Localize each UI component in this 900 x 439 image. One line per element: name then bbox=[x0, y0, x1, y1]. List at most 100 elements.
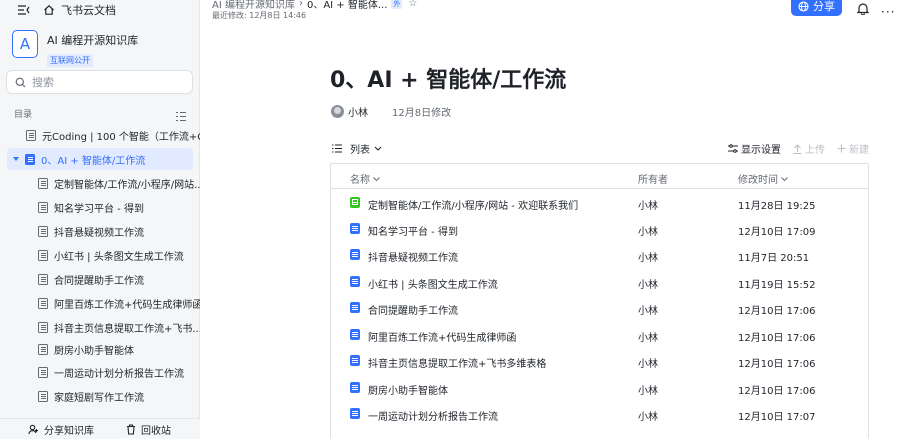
row-owner: 小林 bbox=[638, 359, 658, 370]
tree-item-label: 家庭短剧写作工作流 bbox=[54, 392, 144, 404]
column-modified-header[interactable]: 修改时间 bbox=[738, 171, 788, 186]
tree-item-label: 阿里百炼工作流+代码生成律师函 bbox=[54, 299, 200, 311]
upload-label: 上传 bbox=[805, 145, 825, 156]
table-row[interactable]: 定制智能体/工作流/小程序/网站 - 欢迎联系我们 小林 11月28日 19:2… bbox=[331, 190, 868, 216]
expand-caret-icon[interactable] bbox=[13, 157, 19, 161]
knowledge-base-header[interactable]: A AI 编程开源知识库 互联网公开 bbox=[12, 30, 138, 67]
tree-item[interactable]: 小红书 | 头条图文生成工作流 bbox=[0, 244, 200, 266]
document-icon bbox=[38, 297, 48, 309]
top-bar: AI 编程开源知识库 › 0、AI + 智能体... 外 ☆ 最近修改: 12月… bbox=[200, 0, 900, 22]
table-row[interactable]: 厨房小助手智能体 小林 12月10日 17:06 bbox=[331, 375, 868, 401]
table-row[interactable]: 抖音主页信息提取工作流+飞书多维表格 小林 12月10日 17:06 bbox=[331, 348, 868, 374]
table-row[interactable]: 抖音悬疑视频工作流 小林 11月7日 20:51 bbox=[331, 242, 868, 268]
tree-item-label: 抖音悬疑视频工作流 bbox=[54, 227, 144, 239]
document-icon bbox=[38, 177, 48, 189]
table-row[interactable]: 小红书 | 头条图文生成工作流 小林 11月19日 15:52 bbox=[331, 269, 868, 295]
view-switch-label: 列表 bbox=[350, 145, 370, 156]
tree-item[interactable]: 元Coding | 100 个智能（工作流+C... bbox=[0, 124, 200, 146]
row-time: 12月10日 17:06 bbox=[738, 359, 816, 370]
column-name-header[interactable]: 名称 bbox=[350, 171, 380, 186]
tree-item[interactable]: 家庭短剧写作工作流 bbox=[0, 385, 200, 407]
trash-icon bbox=[127, 423, 135, 435]
breadcrumb-current[interactable]: 0、AI + 智能体... bbox=[307, 0, 387, 11]
row-owner: 小林 bbox=[638, 306, 658, 317]
chevron-down-icon bbox=[374, 146, 382, 151]
table-row[interactable]: 一周运动计划分析报告工作流 小林 12月10日 17:07 bbox=[331, 401, 868, 427]
sidebar-search-input[interactable]: 搜索 bbox=[6, 70, 193, 94]
row-time: 12月10日 17:06 bbox=[738, 333, 816, 344]
tree-item[interactable]: 定制智能体/工作流/小程序/网站... bbox=[0, 172, 200, 194]
display-settings-label: 显示设置 bbox=[741, 145, 781, 156]
share-button[interactable]: 分享 bbox=[791, 0, 842, 16]
knowledge-base-title: AI 编程开源知识库 bbox=[47, 34, 139, 47]
tree-item-active[interactable]: 0、AI + 智能体/工作流 bbox=[7, 148, 193, 170]
document-icon bbox=[350, 355, 360, 366]
toc-label: 目录 bbox=[14, 110, 33, 120]
settings-icon bbox=[728, 144, 738, 153]
author-name[interactable]: 小林 bbox=[348, 104, 368, 119]
breadcrumb-home[interactable]: 飞书云文档 bbox=[61, 2, 116, 18]
bell-icon[interactable] bbox=[856, 0, 870, 19]
tree-item[interactable]: 阿里百炼工作流+代码生成律师函 bbox=[0, 292, 200, 314]
table-row[interactable]: 阿里百炼工作流+代码生成律师函 小林 12月10日 17:06 bbox=[331, 322, 868, 348]
collapse-sidebar-icon[interactable] bbox=[17, 4, 31, 16]
row-name: 厨房小助手智能体 bbox=[368, 386, 448, 397]
toolbar-actions: 显示设置 上传 新建 bbox=[716, 141, 869, 156]
row-time: 11月28日 19:25 bbox=[738, 201, 816, 212]
tree-item[interactable]: 厨房小助手智能体 bbox=[0, 338, 200, 360]
row-owner: 小林 bbox=[638, 201, 658, 212]
chevron-down-icon bbox=[781, 176, 788, 181]
share-knowledge-base-label: 分享知识库 bbox=[44, 425, 94, 437]
row-owner: 小林 bbox=[638, 412, 658, 423]
row-time: 12月10日 17:07 bbox=[738, 412, 816, 423]
more-icon[interactable]: ··· bbox=[881, 5, 895, 19]
tree-item-label: 合同提醒助手工作流 bbox=[54, 275, 144, 287]
document-icon bbox=[38, 201, 48, 213]
app: 飞书云文档 A AI 编程开源知识库 互联网公开 搜索 目录 元Coding |… bbox=[0, 0, 900, 439]
sidebar: 飞书云文档 A AI 编程开源知识库 互联网公开 搜索 目录 元Coding |… bbox=[0, 0, 200, 439]
upload-button[interactable]: 上传 bbox=[793, 141, 825, 156]
document-icon bbox=[38, 366, 48, 378]
chevron-down-icon bbox=[373, 176, 380, 181]
tree-item[interactable]: 抖音悬疑视频工作流 bbox=[0, 220, 200, 242]
document-icon bbox=[350, 302, 360, 313]
tree-item-label: 知名学习平台 - 得到 bbox=[54, 203, 144, 215]
avatar[interactable] bbox=[331, 105, 344, 118]
tree-item[interactable]: 抖音主页信息提取工作流+飞书... bbox=[0, 316, 200, 338]
modified-date: 12月8日修改 bbox=[392, 108, 452, 119]
public-badge: 互联网公开 bbox=[47, 54, 93, 67]
page-title: 0、AI + 智能体/工作流 bbox=[330, 68, 567, 93]
row-owner: 小林 bbox=[638, 333, 658, 344]
row-owner: 小林 bbox=[638, 227, 658, 238]
document-icon bbox=[38, 343, 48, 355]
sidebar-top-bar: 飞书云文档 bbox=[0, 0, 200, 20]
row-owner: 小林 bbox=[638, 280, 658, 291]
table-row[interactable]: 合同提醒助手工作流 小林 12月10日 17:06 bbox=[331, 295, 868, 321]
tree-item[interactable]: 一周运动计划分析报告工作流 bbox=[0, 361, 200, 383]
share-knowledge-base-button[interactable]: 分享知识库 bbox=[28, 422, 94, 437]
table-row[interactable]: 知名学习平台 - 得到 小林 12月10日 17:09 bbox=[331, 216, 868, 242]
tree-item-label: 厨房小助手智能体 bbox=[54, 345, 134, 357]
trash-button[interactable]: 回收站 bbox=[126, 422, 171, 437]
external-tag: 外 bbox=[391, 0, 403, 9]
document-icon bbox=[350, 276, 360, 287]
home-icon[interactable] bbox=[43, 4, 55, 16]
row-name: 小红书 | 头条图文生成工作流 bbox=[368, 280, 498, 291]
row-owner: 小林 bbox=[638, 253, 658, 264]
upload-icon bbox=[793, 143, 802, 154]
star-icon[interactable]: ☆ bbox=[408, 0, 417, 9]
new-button[interactable]: 新建 bbox=[837, 141, 869, 156]
tree-item[interactable]: 合同提醒助手工作流 bbox=[0, 268, 200, 290]
display-settings-button[interactable]: 显示设置 bbox=[728, 141, 781, 156]
toc-collapse-icon[interactable] bbox=[175, 107, 187, 122]
column-owner-header: 所有者 bbox=[638, 171, 668, 186]
view-switch-button[interactable]: 列表 bbox=[332, 141, 382, 156]
document-icon bbox=[350, 329, 360, 340]
tree-item[interactable]: 知名学习平台 - 得到 bbox=[0, 196, 200, 218]
column-name-label: 名称 bbox=[350, 175, 370, 186]
row-time: 12月10日 17:06 bbox=[738, 386, 816, 397]
document-icon bbox=[38, 321, 48, 333]
column-modified-label: 修改时间 bbox=[738, 175, 778, 186]
row-name: 合同提醒助手工作流 bbox=[368, 306, 458, 317]
tree-item-label: 一周运动计划分析报告工作流 bbox=[54, 368, 184, 380]
